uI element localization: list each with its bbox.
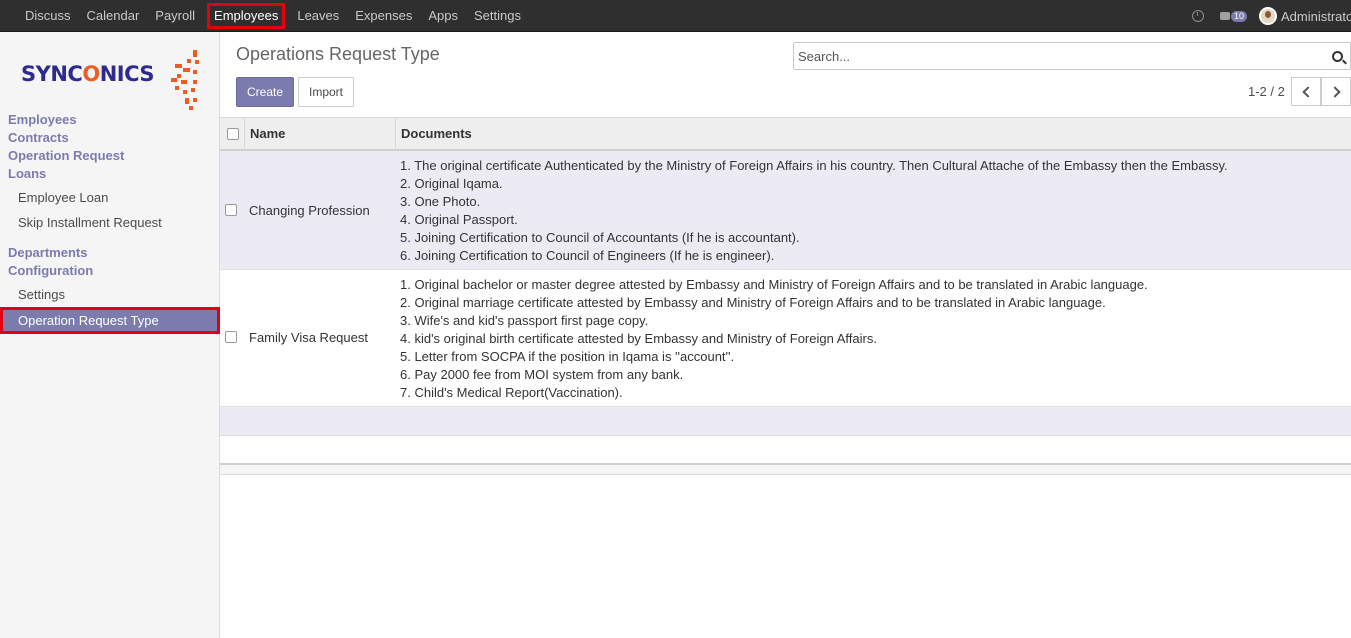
row-name: Changing Profession [249, 203, 370, 218]
logo-mark-icon [171, 50, 199, 110]
pager-previous-button[interactable] [1291, 77, 1321, 106]
list-table: Name Documents Changing Profession 1. Th… [220, 117, 1351, 475]
row-documents: 1. The original certificate Authenticate… [400, 157, 1228, 265]
menu-leaves[interactable]: Leaves [289, 0, 347, 32]
document-line: 6. Joining Certification to Council of E… [400, 248, 775, 263]
chat-icon [1219, 12, 1230, 20]
page-title: Operations Request Type [236, 44, 440, 64]
header-divider [395, 118, 396, 150]
row-name: Family Visa Request [249, 330, 368, 345]
document-line: 4. kid's original birth certificate atte… [400, 331, 877, 346]
create-button[interactable]: Create [236, 77, 294, 107]
document-line: 5. Joining Certification to Council of A… [400, 230, 800, 245]
search-input[interactable] [798, 47, 1318, 65]
menu-calendar[interactable]: Calendar [79, 0, 148, 32]
empty-row [220, 436, 1351, 465]
logo-wordmark: SYNCONICS [21, 62, 155, 86]
empty-row [220, 407, 1351, 436]
document-line: 3. One Photo. [400, 194, 481, 209]
menu-expenses[interactable]: Expenses [347, 0, 420, 32]
document-line: 6. Pay 2000 fee from MOI system from any… [400, 367, 684, 382]
document-line: 2. Original marriage certificate atteste… [400, 295, 1106, 310]
row-checkbox[interactable] [225, 204, 237, 216]
table-row[interactable]: Changing Profession 1. The original cert… [220, 151, 1351, 270]
table-footer [220, 465, 1351, 475]
menu-payroll[interactable]: Payroll [147, 0, 203, 32]
column-header-documents[interactable]: Documents [401, 118, 472, 150]
document-line: 3. Wife's and kid's passport first page … [400, 313, 649, 328]
document-line: 7. Child's Medical Report(Vaccination). [400, 385, 623, 400]
header-divider [244, 118, 245, 150]
import-button[interactable]: Import [298, 77, 354, 107]
message-count-badge: 10 [1230, 10, 1247, 22]
pager-value[interactable]: 1-2 / 2 [1248, 84, 1285, 99]
nav-employees[interactable]: Employees [8, 112, 77, 127]
document-line: 4. Original Passport. [400, 212, 518, 227]
nav-departments[interactable]: Departments [8, 245, 87, 260]
search-icon[interactable] [1332, 51, 1343, 62]
top-navbar: Discuss Calendar Payroll Employees Leave… [0, 0, 1351, 32]
document-line: 1. Original bachelor or master degree at… [400, 277, 1148, 292]
nav-contracts[interactable]: Contracts [8, 130, 69, 145]
menu-apps[interactable]: Apps [420, 0, 466, 32]
menu-discuss[interactable]: Discuss [17, 0, 79, 32]
avatar[interactable] [1259, 7, 1277, 25]
nav-configuration[interactable]: Configuration [8, 263, 93, 278]
row-checkbox[interactable] [225, 331, 237, 343]
row-documents: 1. Original bachelor or master degree at… [400, 276, 1148, 402]
document-line: 1. The original certificate Authenticate… [400, 158, 1228, 173]
document-line: 5. Letter from SOCPA if the position in … [400, 349, 735, 364]
company-logo: SYNCONICS [21, 48, 201, 112]
systray: 10 Administrator [1191, 0, 1351, 32]
user-menu[interactable]: Administrator [1281, 9, 1351, 24]
clock-icon[interactable] [1191, 10, 1204, 22]
column-header-name[interactable]: Name [250, 118, 285, 150]
document-line: 2. Original Iqama. [400, 176, 503, 191]
nav-operation-request[interactable]: Operation Request [8, 148, 124, 163]
sidebar: SYNCONICS Employees Contracts Operation … [0, 32, 220, 638]
nav-settings[interactable]: Settings [18, 287, 65, 302]
search-bar[interactable] [793, 42, 1351, 70]
nav-employee-loan[interactable]: Employee Loan [18, 190, 108, 205]
messaging-menu[interactable]: 10 [1219, 10, 1247, 22]
app-menu: Discuss Calendar Payroll Employees Leave… [17, 0, 529, 32]
pager-next-button[interactable] [1321, 77, 1351, 106]
select-all-checkbox[interactable] [227, 128, 239, 140]
menu-settings[interactable]: Settings [466, 0, 529, 32]
menu-employees[interactable]: Employees [207, 3, 286, 29]
nav-skip-installment-request[interactable]: Skip Installment Request [18, 215, 162, 230]
nav-loans[interactable]: Loans [8, 166, 46, 181]
nav-operation-request-type[interactable]: Operation Request Type [0, 307, 220, 334]
main-content: Operations Request Type Create Import 1-… [220, 32, 1351, 638]
table-header: Name Documents [220, 117, 1351, 151]
table-row[interactable]: Family Visa Request 1. Original bachelor… [220, 270, 1351, 407]
